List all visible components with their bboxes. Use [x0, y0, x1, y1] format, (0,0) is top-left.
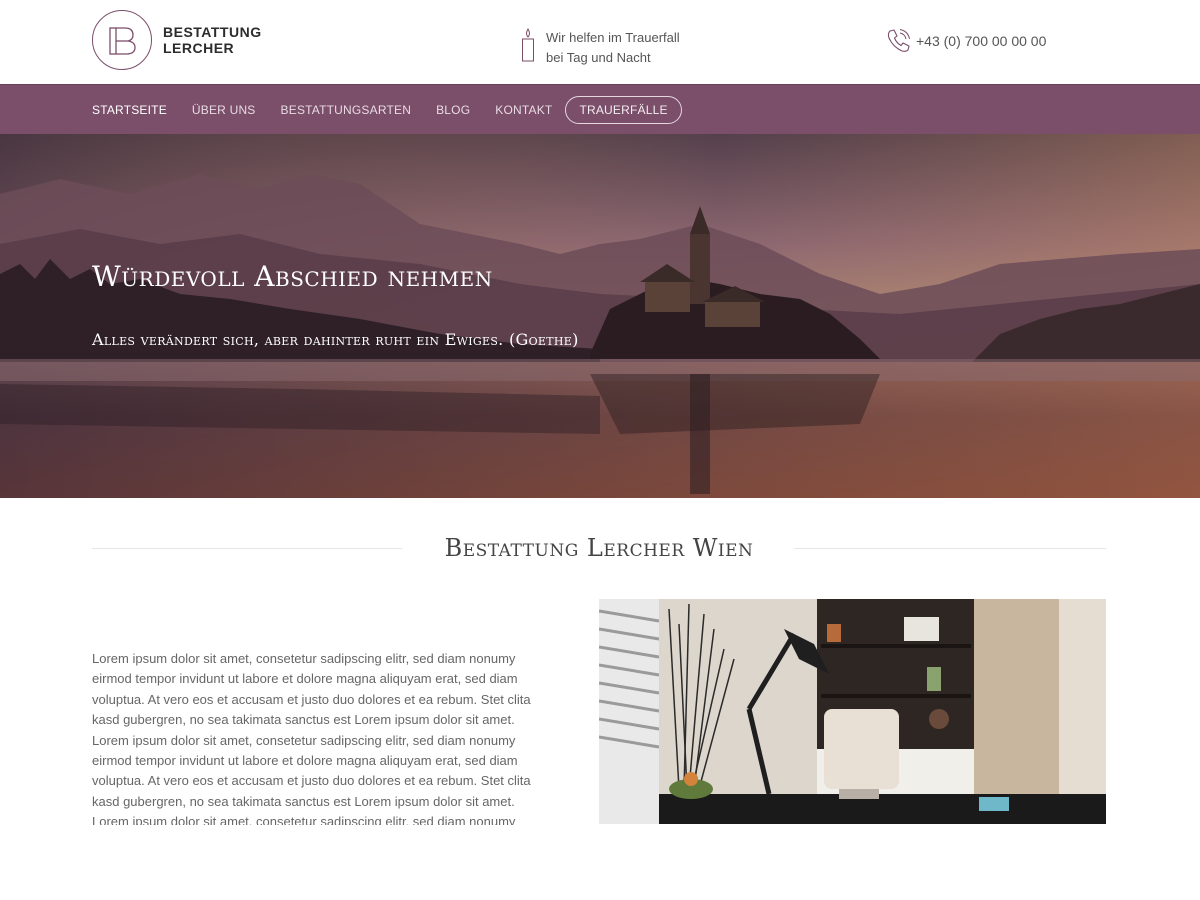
hero-subtitle: Alles verändert sich, aber dahinter ruht… — [92, 330, 579, 349]
nav-item-ueber-uns[interactable]: ÜBER UNS — [192, 103, 256, 117]
nav-item-bestattungsarten[interactable]: BESTATTUNGSARTEN — [281, 103, 412, 117]
nav-item-startseite[interactable]: STARTSEITE — [92, 103, 167, 117]
hero-banner: Würdevoll Abschied nehmen Alles veränder… — [0, 134, 1200, 498]
help-text: Wir helfen im Trauerfall bei Tag und Nac… — [546, 28, 680, 68]
phone-number[interactable]: +43 (0) 700 00 00 00 — [916, 33, 1046, 49]
nav-items: STARTSEITE ÜBER UNS BESTATTUNGSARTEN BLO… — [92, 85, 707, 135]
office-photo — [599, 599, 1106, 824]
hero-lake-image — [0, 134, 1200, 498]
logo-line-2: LERCHER — [163, 40, 235, 56]
intro-paragraph: Lorem ipsum dolor sit amet, consetetur s… — [92, 651, 531, 825]
logo-monogram-icon — [92, 10, 152, 70]
nav-item-blog[interactable]: BLOG — [436, 103, 470, 117]
phone-icon — [887, 29, 910, 52]
hero-title: Würdevoll Abschied nehmen — [92, 260, 493, 293]
nav-item-kontakt[interactable]: KONTAKT — [495, 103, 552, 117]
trauerfaelle-button[interactable]: TRAUERFÄLLE — [565, 96, 682, 124]
help-line-1: Wir helfen im Trauerfall — [546, 30, 680, 45]
logo-text: BESTATTUNG LERCHER — [163, 24, 262, 56]
logo[interactable]: BESTATTUNG LERCHER — [92, 10, 262, 70]
phone-contact[interactable]: +43 (0) 700 00 00 00 — [884, 27, 1046, 55]
help-line-2: bei Tag und Nacht — [546, 50, 651, 65]
candle-icon — [522, 28, 534, 62]
site-header: BESTATTUNG LERCHER Wir helfen im Trauerf… — [0, 0, 1200, 84]
section-heading: Bestattung Lercher Wien — [92, 532, 1106, 564]
main-navigation: STARTSEITE ÜBER UNS BESTATTUNGSARTEN BLO… — [0, 84, 1200, 134]
heading-divider-right — [794, 548, 1106, 549]
help-info: Wir helfen im Trauerfall bei Tag und Nac… — [520, 27, 680, 68]
logo-line-1: BESTATTUNG — [163, 24, 262, 40]
